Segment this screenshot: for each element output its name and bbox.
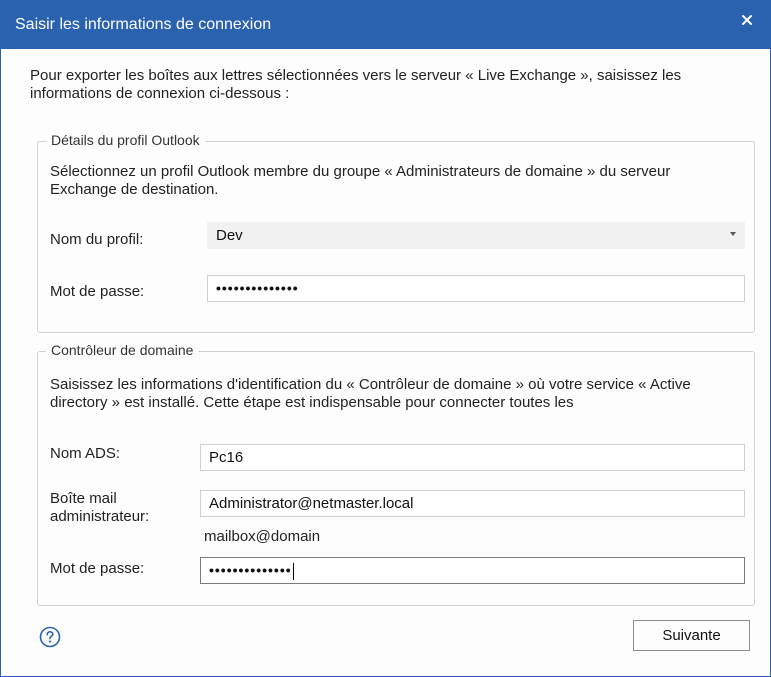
profile-name-label: Nom du profil: <box>50 231 144 248</box>
domain-controller-group: Contrôleur de domaine Saisissez les info… <box>37 342 755 606</box>
outlook-password-label: Mot de passe: <box>50 283 145 300</box>
domain-password-field[interactable]: •••••••••••••• <box>200 557 745 584</box>
dialog-title: Saisir les informations de connexion <box>15 16 272 33</box>
chevron-down-icon[interactable] <box>730 232 736 236</box>
ads-name-field[interactable]: Pc16 <box>200 444 745 471</box>
login-dialog: Saisir les informations de connexion Pou… <box>0 0 771 677</box>
text-caret <box>292 562 294 580</box>
outlook-profile-legend: Détails du profil Outlook <box>46 132 205 148</box>
close-icon[interactable] <box>738 11 758 31</box>
admin-mailbox-field[interactable]: Administrator@netmaster.local <box>200 490 745 517</box>
domain-controller-legend: Contrôleur de domaine <box>46 342 199 358</box>
profile-name-value: Dev <box>216 227 243 244</box>
outlook-profile-group: Détails du profil Outlook Sélectionnez u… <box>37 132 755 333</box>
intro-text: Pour exporter les boîtes aux lettres sél… <box>30 67 682 102</box>
next-button[interactable]: Suivante <box>633 620 750 651</box>
domain-password-label: Mot de passe: <box>50 560 145 577</box>
profile-name-dropdown[interactable]: Dev <box>207 222 745 249</box>
title-bar: Saisir les informations de connexion <box>1 1 770 49</box>
mailbox-format-hint: mailbox@domain <box>204 528 321 545</box>
help-icon[interactable] <box>39 626 61 648</box>
ads-name-label: Nom ADS: <box>50 445 121 462</box>
outlook-password-value: •••••••••••••• <box>216 280 299 296</box>
ads-name-value: Pc16 <box>209 449 244 466</box>
admin-mailbox-label: Boîte mail administrateur: <box>50 490 150 525</box>
domain-controller-description: Saisissez les informations d'identificat… <box>50 376 691 411</box>
domain-password-value: •••••••••••••• <box>209 562 292 578</box>
admin-mailbox-value: Administrator@netmaster.local <box>209 495 414 512</box>
outlook-profile-description: Sélectionnez un profil Outlook membre du… <box>50 163 671 198</box>
outlook-password-field[interactable]: •••••••••••••• <box>207 275 745 302</box>
